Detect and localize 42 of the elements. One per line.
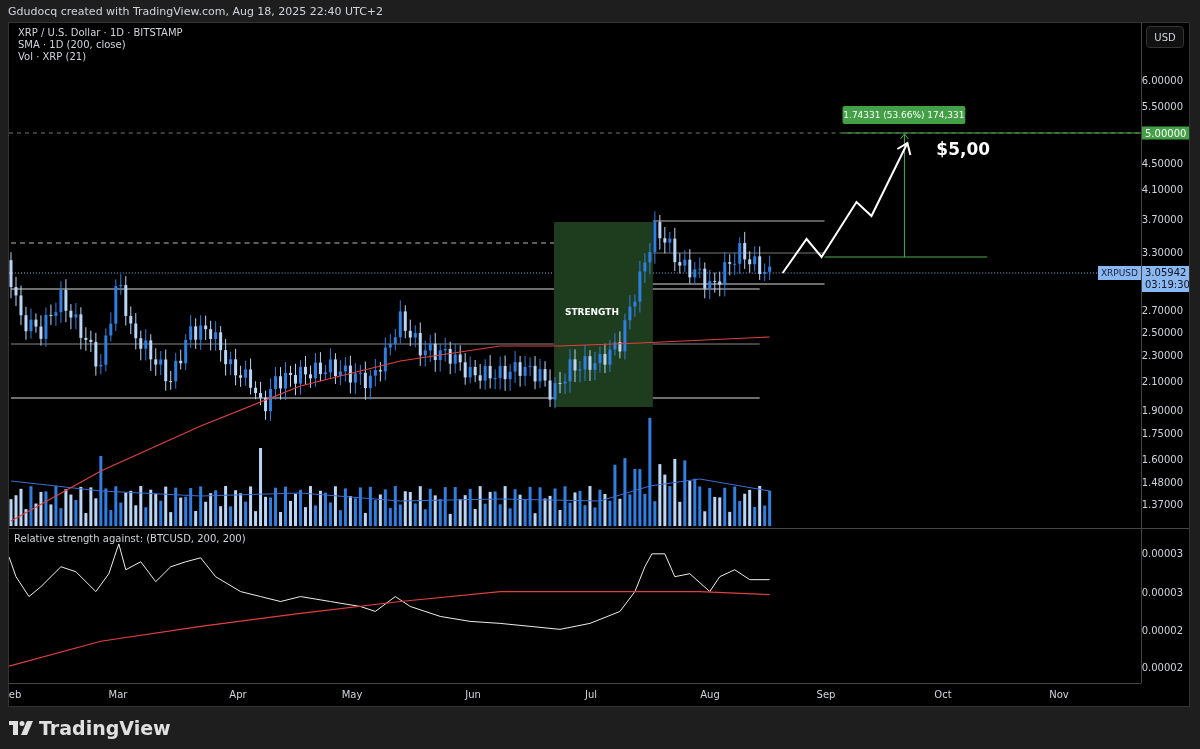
price-label: 3.30000 [1142,246,1183,258]
date-label: Aug [700,689,720,700]
price-label: 1.37000 [1142,498,1183,510]
indicator-label: 0.00002 [1142,624,1183,636]
price-label: 5.50000 [1142,100,1183,112]
price-label: 2.10000 [1142,375,1183,387]
date-label: Apr [229,689,247,700]
price-label: 2.30000 [1142,349,1183,361]
brand-name: TradingView [39,717,171,739]
price-label: 1.60000 [1142,453,1183,465]
chart-credit: Gdudocq created with TradingView.com, Aug 18, 2025 22:40 UTC+2 [7,3,385,20]
date-label: Jun [465,689,481,700]
date-label: eb [9,689,22,700]
price-label: 1.75000 [1142,427,1183,439]
indicator-label: 0.00003 [1142,547,1183,559]
zone-label: STRENGTH [564,307,619,317]
date-label: Mar [108,689,128,700]
target-price-text: $5,00 [936,139,990,159]
legend-text: SMA · 1D (200, close) [18,39,127,50]
date-label: May [341,689,363,700]
measure-label: 1.74331 (53.66%) 174,331 [842,106,966,124]
legend-text: XRP / U.S. Dollar · 1D · BITSTAMP [18,27,183,38]
date-label: Nov [1049,689,1069,700]
price-label: 6.00000 [1142,74,1183,86]
date-label: Jul [584,689,598,700]
indicator-label: 0.00003 [1142,586,1183,598]
price-label: 1.90000 [1142,404,1183,416]
last-price-tag: 3.05942 03:19:30 [1142,266,1189,292]
price-label: 4.50000 [1142,157,1183,169]
date-label: Oct [934,689,952,700]
currency-button[interactable]: USD [1146,26,1184,48]
price-label: 3.70000 [1142,213,1183,225]
indicator-label: 0.00002 [1142,661,1183,673]
symbol-tag: XRPUSD [1097,266,1141,280]
price-label: 2.70000 [1142,304,1183,316]
price-label: 4.10000 [1142,183,1183,195]
indicator-title: Relative strength against: (BTCUSD, 200, 200) [14,533,246,544]
price-label: 1.48000 [1142,476,1183,488]
target-price-tag: 5.00000 [1142,126,1189,140]
date-label: Sep [816,689,836,700]
legend-text: Vol · XRP (21) [18,51,88,62]
price-label: 2.50000 [1142,326,1183,338]
